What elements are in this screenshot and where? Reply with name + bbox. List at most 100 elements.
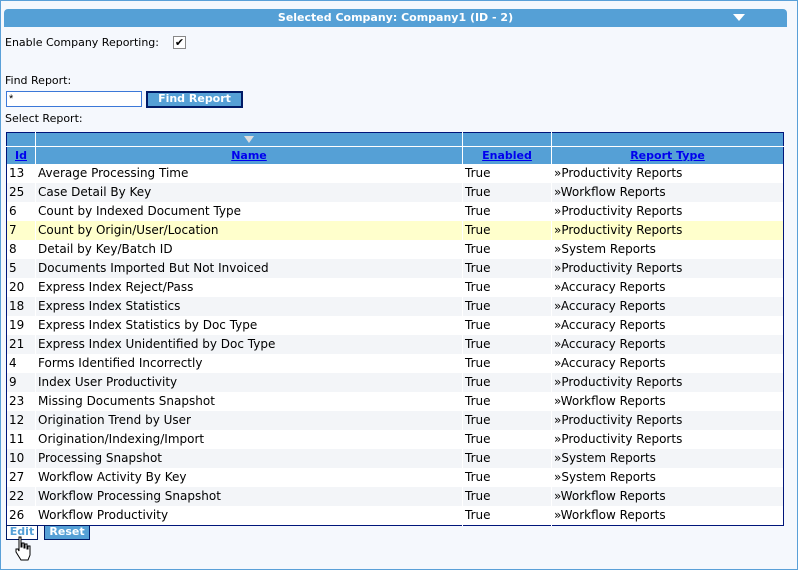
cell-report-type: »Accuracy Reports: [551, 334, 784, 354]
cell-id: 19: [9, 318, 25, 332]
cell-enabled: True: [462, 353, 552, 373]
cell-id: 9: [6, 372, 36, 392]
cell-enabled: True: [462, 277, 552, 297]
cell-report-type: »Workflow Reports: [551, 486, 784, 506]
cell-name: Workflow Processing Snapshot: [35, 486, 463, 506]
cell-name: Workflow Activity By Key: [35, 467, 463, 487]
cell-enabled: True: [462, 220, 552, 240]
panel-header[interactable]: Selected Company: Company1 (ID - 2): [4, 9, 787, 27]
table-row[interactable]: 18 Express Index Statistics True »Accuracy …: [6, 296, 784, 316]
sort-link-name[interactable]: Name: [231, 149, 267, 162]
cell-report-type: »System Reports: [551, 448, 784, 468]
cell-enabled: True: [462, 182, 552, 202]
enable-reporting-checkbox[interactable]: ✔: [173, 36, 186, 49]
column-header: Report Type: [551, 146, 784, 164]
table-row[interactable]: 22 Workflow Processing Snapshot True »Workf…: [6, 486, 784, 506]
cell-report-type: »Accuracy Reports: [551, 296, 784, 316]
cell-report-type: »Productivity Reports: [551, 201, 784, 221]
table-row[interactable]: 27 Workflow Activity By Key True »System Re…: [7, 467, 784, 487]
cell-name: Case Detail By Key: [35, 182, 463, 202]
cell-enabled: True: [462, 201, 552, 221]
report-table: Id Name Enabled Report Type 13 Average Proce…: [6, 132, 784, 526]
table-row[interactable]: 10 Processing Snapshot True »System Reports: [6, 448, 784, 468]
cell-report-type: »Productivity Reports: [551, 163, 784, 183]
cell-id: 21: [6, 334, 36, 354]
cell-report-type: »Productivity Reports: [551, 410, 784, 430]
cell-id: 12: [6, 410, 36, 430]
cell-name: Index User Productivity: [35, 372, 463, 392]
cell-enabled: True: [462, 448, 552, 468]
cell-report-type: »Workflow Reports: [551, 182, 784, 202]
table-row[interactable]: 8 Detail by Key/Batch ID True »System Repor…: [7, 239, 784, 259]
table-row[interactable]: 7 Count by Origin/User/Location True »Produ…: [6, 220, 784, 240]
cell-report-type: »System Reports: [551, 239, 784, 259]
cell-id: 10: [6, 448, 36, 468]
table-row[interactable]: 21 Express Index Unidentified by Doc Type…: [6, 334, 784, 354]
company-report-panel: Selected Company: Company1 (ID - 2) Enab…: [0, 0, 798, 570]
table-row[interactable]: 13 Average Processing Time True »Productivi…: [7, 163, 784, 183]
cell-id: 7: [6, 220, 36, 240]
sort-link-enabled[interactable]: Enabled: [482, 149, 532, 162]
column-header: Id: [6, 146, 36, 164]
cell-report-type: »Productivity Reports: [551, 258, 784, 278]
cell-name: Missing Documents Snapshot: [35, 391, 463, 411]
cell-enabled: True: [462, 467, 552, 487]
cell-id: 18: [6, 296, 36, 316]
table-row[interactable]: 25 Case Detail By Key True »Workflow Report…: [6, 182, 784, 202]
reset-button[interactable]: Reset: [44, 525, 90, 540]
table-row[interactable]: 9 Index User Productivity True »Productivit…: [6, 372, 784, 392]
table-row[interactable]: 6 Count by Indexed Document Type True »Prod…: [7, 201, 784, 221]
cell-enabled: True: [462, 486, 552, 506]
enable-reporting-label: Enable Company Reporting:: [5, 36, 159, 49]
cell-enabled: True: [462, 239, 552, 259]
cell-name: Workflow Productivity: [35, 505, 463, 525]
table-row[interactable]: 19 Express Index Statistics by Doc Type Tr…: [7, 315, 784, 335]
cell-id: 20: [9, 280, 25, 294]
table-row[interactable]: 11 Origination/Indexing/Import True »Produc…: [7, 429, 784, 449]
cell-id: 23: [9, 394, 25, 408]
table-row[interactable]: 5 Documents Imported But Not Invoiced True…: [6, 258, 784, 278]
table-row[interactable]: 20 Express Index Reject/Pass True »Accuracy…: [7, 277, 784, 297]
cell-id: 6: [9, 204, 17, 218]
cell-name: Express Index Statistics by Doc Type: [35, 315, 463, 335]
cell-name: Origination Trend by User: [35, 410, 463, 430]
sort-link-id[interactable]: Id: [15, 149, 27, 162]
cell-id: 25: [6, 182, 36, 202]
cell-id: 5: [6, 258, 36, 278]
panel-title: Selected Company: Company1 (ID - 2): [277, 11, 514, 24]
cell-report-type: »Accuracy Reports: [551, 315, 784, 335]
cell-name: Express Index Statistics: [35, 296, 463, 316]
cell-id: 27: [9, 470, 25, 484]
cell-enabled: True: [462, 505, 552, 525]
cell-name: Forms Identified Incorrectly: [35, 353, 463, 373]
table-row[interactable]: 23 Missing Documents Snapshot True »Workflo…: [7, 391, 784, 411]
collapse-arrow-icon[interactable]: [733, 14, 745, 21]
cell-report-type: »Workflow Reports: [551, 391, 784, 411]
cell-id: 11: [9, 432, 25, 446]
find-report-button[interactable]: Find Report: [146, 91, 243, 108]
cell-report-type: »Productivity Reports: [551, 220, 784, 240]
cell-name: Documents Imported But Not Invoiced: [35, 258, 463, 278]
cell-report-type: »Workflow Reports: [551, 505, 784, 525]
cell-enabled: True: [462, 163, 552, 183]
cell-name: Average Processing Time: [35, 163, 463, 183]
column-header: Name: [35, 146, 463, 164]
cell-enabled: True: [462, 296, 552, 316]
cell-enabled: True: [462, 410, 552, 430]
column-header: Enabled: [462, 146, 552, 164]
table-row[interactable]: 26 Workflow Productivity True »Workflow Rep…: [7, 505, 784, 525]
cell-name: Count by Indexed Document Type: [35, 201, 463, 221]
find-report-input[interactable]: [6, 91, 142, 107]
cell-enabled: True: [462, 429, 552, 449]
sort-link-report-type[interactable]: Report Type: [630, 149, 705, 162]
cell-id: 26: [9, 508, 25, 522]
cell-id: 22: [6, 486, 36, 506]
cell-name: Express Index Reject/Pass: [35, 277, 463, 297]
cell-enabled: True: [462, 372, 552, 392]
select-report-label: Select Report:: [5, 112, 83, 125]
cell-name: Express Index Unidentified by Doc Type: [35, 334, 463, 354]
table-row[interactable]: 4 Forms Identified Incorrectly True »Accura…: [7, 353, 784, 373]
cell-report-type: »Accuracy Reports: [551, 353, 784, 373]
table-row[interactable]: 12 Origination Trend by User True »Producti…: [6, 410, 784, 430]
cell-enabled: True: [462, 334, 552, 354]
